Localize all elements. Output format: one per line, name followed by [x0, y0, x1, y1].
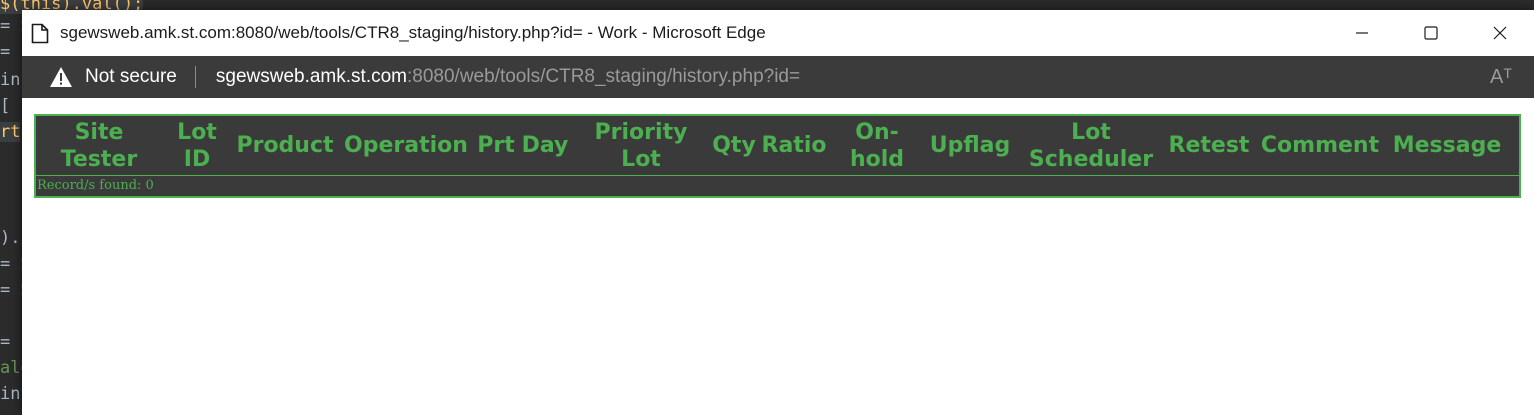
- warning-icon[interactable]: [49, 66, 73, 88]
- column-header-retest: Retest: [1168, 133, 1250, 158]
- page-content: Site Tester Lot ID Product Operation Prt…: [22, 98, 1534, 415]
- column-header-prt: Prt: [477, 133, 515, 158]
- column-header-lot-id: Lot ID: [177, 119, 217, 172]
- column-header-message: Message: [1392, 133, 1502, 158]
- window-controls: [1327, 10, 1534, 56]
- window-title: sgewsweb.amk.st.com:8080/web/tools/CTR8_…: [60, 23, 766, 42]
- close-button[interactable]: [1465, 10, 1534, 56]
- column-header-day: Day: [521, 133, 569, 158]
- url-host: sgewsweb.amk.st.com: [215, 66, 407, 87]
- column-header-ratio: Ratio: [761, 133, 827, 158]
- editor-line: =: [0, 332, 11, 352]
- close-icon: [1493, 26, 1506, 40]
- column-header-site-tester: Site Tester: [60, 119, 138, 172]
- address-bar[interactable]: Not secure sgewsweb.amk.st.com:8080/web/…: [22, 56, 1534, 98]
- security-status-label[interactable]: Not secure: [85, 66, 177, 88]
- address-separator: [194, 66, 196, 88]
- browser-window: sgewsweb.amk.st.com:8080/web/tools/CTR8_…: [22, 10, 1534, 415]
- maximize-button[interactable]: [1396, 10, 1465, 56]
- minimize-icon: [1355, 32, 1368, 34]
- title-bar[interactable]: sgewsweb.amk.st.com:8080/web/tools/CTR8_…: [22, 10, 1534, 56]
- history-table: Site Tester Lot ID Product Operation Prt…: [34, 114, 1521, 198]
- column-header-priority-lot: Priority Lot: [594, 119, 688, 172]
- url-path: :8080/web/tools/CTR8_staging/history.php…: [407, 66, 801, 87]
- url-field[interactable]: sgewsweb.amk.st.com:8080/web/tools/CTR8_…: [216, 66, 800, 88]
- column-header-upflag: Upflag: [929, 133, 1011, 158]
- column-header-product: Product: [236, 133, 334, 158]
- minimize-button[interactable]: [1327, 10, 1396, 56]
- table-header: Site Tester Lot ID Product Operation Prt…: [36, 116, 1519, 176]
- column-header-comment: Comment: [1260, 133, 1380, 158]
- column-header-operation: Operation: [344, 133, 468, 158]
- editor-line: [: [0, 96, 11, 116]
- read-aloud-icon[interactable]: Aᵀ: [1490, 66, 1512, 89]
- page-icon: [31, 23, 49, 43]
- column-header-lot-scheduler: Lot Scheduler: [1028, 119, 1154, 172]
- maximize-icon: [1423, 26, 1438, 40]
- record-count: Record/s found: 0: [37, 178, 154, 193]
- column-header-qty: Qty: [712, 133, 756, 158]
- column-header-on-hold: On- hold: [849, 119, 905, 172]
- editor-line: rt: [0, 122, 21, 142]
